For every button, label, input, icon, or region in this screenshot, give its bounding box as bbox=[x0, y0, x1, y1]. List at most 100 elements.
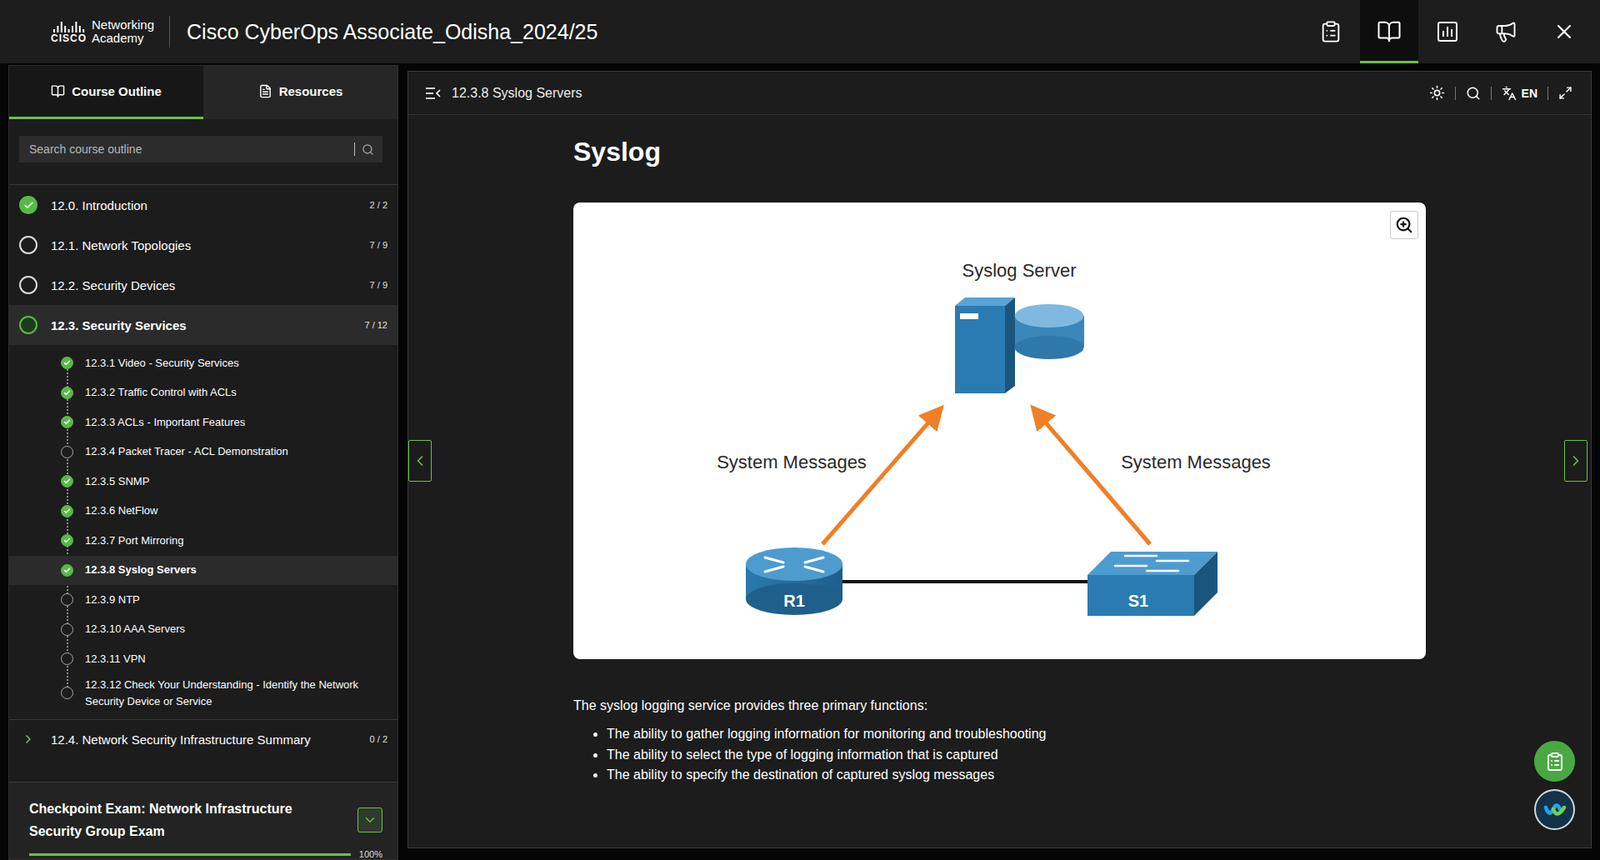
outline-item[interactable]: 12.3.2 Traffic Control with ACLs bbox=[9, 378, 398, 409]
collapse-menu-icon[interactable] bbox=[425, 86, 442, 100]
fullscreen-button[interactable] bbox=[1558, 85, 1573, 100]
outline-section[interactable]: 12.4. Network Security Infrastructure Su… bbox=[9, 719, 398, 760]
announcements-button[interactable] bbox=[1476, 0, 1535, 64]
message-label: System Messages bbox=[716, 451, 867, 474]
search-button[interactable] bbox=[1465, 85, 1481, 101]
server-icon bbox=[955, 297, 1085, 394]
section-label: 12.1. Network Topologies bbox=[50, 238, 357, 253]
outline-section[interactable]: 12.2. Security Devices 7 / 9 bbox=[9, 265, 398, 305]
section-status bbox=[19, 195, 38, 215]
cisco-bars-icon bbox=[52, 20, 86, 33]
separator bbox=[1547, 86, 1549, 100]
section-status bbox=[19, 275, 38, 295]
translate-icon bbox=[1501, 85, 1517, 101]
chevron-down-icon bbox=[362, 812, 378, 828]
grades-button[interactable] bbox=[1418, 0, 1477, 64]
page-heading: Syslog bbox=[573, 135, 1426, 169]
logo-brand: CISCO bbox=[50, 33, 87, 44]
checkpoint-expand-button[interactable] bbox=[357, 807, 383, 833]
item-status bbox=[60, 386, 74, 400]
close-button[interactable] bbox=[1535, 0, 1594, 64]
checkpoint-title: Checkpoint Exam: Network Infrastructure … bbox=[29, 797, 348, 843]
header-tools: EN bbox=[1429, 85, 1573, 101]
content-header: 12.3.8 Syslog Servers EN bbox=[408, 71, 1591, 115]
item-status bbox=[60, 415, 74, 429]
webex-button[interactable] bbox=[1534, 789, 1575, 830]
clipboard-icon bbox=[1319, 20, 1343, 44]
sun-icon bbox=[1429, 85, 1445, 101]
cisco-logo[interactable]: CISCO NetworkingAcademy bbox=[50, 15, 170, 48]
item-status bbox=[60, 623, 74, 636]
sidebar-tab[interactable]: Course Outline bbox=[9, 65, 204, 120]
chevron-left-icon bbox=[411, 452, 429, 470]
course-title: Cisco CyberOps Associate_Odisha_2024/25 bbox=[186, 20, 1302, 45]
item-label: 12.3.12 Check Your Understanding - Ident… bbox=[85, 676, 385, 710]
section-label: 12.2. Security Devices bbox=[50, 278, 357, 293]
resources-icon bbox=[258, 84, 273, 99]
section-label: 12.3. Security Services bbox=[50, 318, 351, 333]
next-button[interactable] bbox=[1564, 440, 1588, 482]
search-area bbox=[9, 119, 398, 185]
tab-label: Resources bbox=[279, 84, 344, 99]
sidebar-tab[interactable]: Resources bbox=[203, 65, 398, 120]
outline-item[interactable]: 12.3.8 Syslog Servers bbox=[9, 555, 398, 586]
check-icon bbox=[23, 200, 35, 211]
app-window: CISCO NetworkingAcademy Cisco CyberOps Ass… bbox=[0, 0, 1600, 860]
chevron-icon bbox=[21, 732, 35, 746]
outline-section[interactable]: 12.1. Network Topologies7 / 9 bbox=[9, 225, 398, 265]
theme-button[interactable] bbox=[1429, 85, 1445, 101]
content-column: Syslog Syslog ServerSystem MessagesSystem… bbox=[573, 115, 1426, 848]
outline-item[interactable]: 12.3.10 AAA Servers bbox=[9, 615, 398, 645]
section-count: 7 / 9 bbox=[370, 280, 388, 290]
check-icon bbox=[63, 359, 71, 367]
item-status bbox=[60, 593, 74, 606]
outline-item[interactable]: 12.3.3 ACLs - Important Features bbox=[9, 407, 398, 438]
function-item: The ability to select the type of loggin… bbox=[606, 745, 1426, 766]
zoom-button[interactable] bbox=[1390, 210, 1419, 240]
previous-button[interactable] bbox=[408, 440, 432, 482]
message-label: System Messages bbox=[1120, 451, 1271, 474]
item-label: 12.3.10 AAA Servers bbox=[85, 620, 185, 638]
item-label: 12.3.7 Port Mirroring bbox=[85, 532, 185, 550]
outline-item[interactable]: 12.3.5 SNMP bbox=[9, 466, 398, 497]
logo-words: NetworkingAcademy bbox=[91, 18, 155, 45]
outline-item[interactable]: 12.3.11 VPN bbox=[9, 644, 398, 675]
check-icon bbox=[63, 536, 71, 545]
outline-item[interactable]: 12.3.1 Video - Security Services bbox=[9, 348, 398, 379]
outline-section[interactable]: 12.3. Security Services7 / 12 bbox=[9, 305, 398, 345]
breadcrumb: 12.3.8 Syslog Servers bbox=[451, 85, 1420, 101]
notes-button[interactable] bbox=[1534, 740, 1575, 782]
course-button[interactable] bbox=[1360, 0, 1419, 64]
search-icon bbox=[361, 143, 375, 156]
search-separator bbox=[354, 142, 355, 156]
outline-section[interactable]: 12.0. Introduction 2 / 2 bbox=[9, 185, 398, 225]
megaphone-icon bbox=[1494, 20, 1518, 44]
syslog-figure: Syslog ServerSystem MessagesSystem Messa… bbox=[573, 202, 1426, 660]
tasks-button[interactable] bbox=[1301, 0, 1360, 64]
content-panel: 12.3.8 Syslog Servers EN Syslog Syslog Serv… bbox=[407, 70, 1592, 849]
item-status bbox=[60, 505, 74, 518]
outline-item[interactable]: 12.3.12 Check Your Understanding - Ident… bbox=[9, 674, 398, 713]
section-label: 12.0. Introduction bbox=[50, 198, 357, 213]
outline-item[interactable]: 12.3.7 Port Mirroring bbox=[9, 525, 398, 556]
search-box[interactable] bbox=[19, 135, 383, 163]
close-icon bbox=[1552, 20, 1576, 44]
outline-item[interactable]: 12.3.9 NTP bbox=[9, 585, 398, 615]
tab-label: Course Outline bbox=[71, 84, 162, 99]
item-label: 12.3.6 NetFlow bbox=[85, 502, 158, 520]
section-count: 2 / 2 bbox=[370, 200, 388, 210]
sidebar-tabs: Course Outline Resources bbox=[9, 65, 398, 120]
outline-item[interactable]: 12.3.4 Packet Tracer - ACL Demonstration bbox=[9, 437, 398, 468]
item-status bbox=[60, 445, 74, 459]
language-button[interactable]: EN bbox=[1501, 85, 1538, 101]
logo-word: Academy bbox=[91, 31, 155, 45]
outline-item[interactable]: 12.3.6 NetFlow bbox=[9, 496, 398, 527]
progress-track bbox=[29, 853, 351, 856]
chart-icon bbox=[1435, 20, 1460, 44]
checkpoint-head: Checkpoint Exam: Network Infrastructure … bbox=[29, 797, 383, 843]
main-area: Course Outline Resources 12.0. Introductio… bbox=[0, 63, 1600, 860]
item-label: 12.3.3 ACLs - Important Features bbox=[85, 414, 245, 431]
collapse-menu-button[interactable] bbox=[425, 86, 442, 100]
section-status bbox=[19, 315, 38, 335]
search-input[interactable] bbox=[27, 141, 348, 157]
